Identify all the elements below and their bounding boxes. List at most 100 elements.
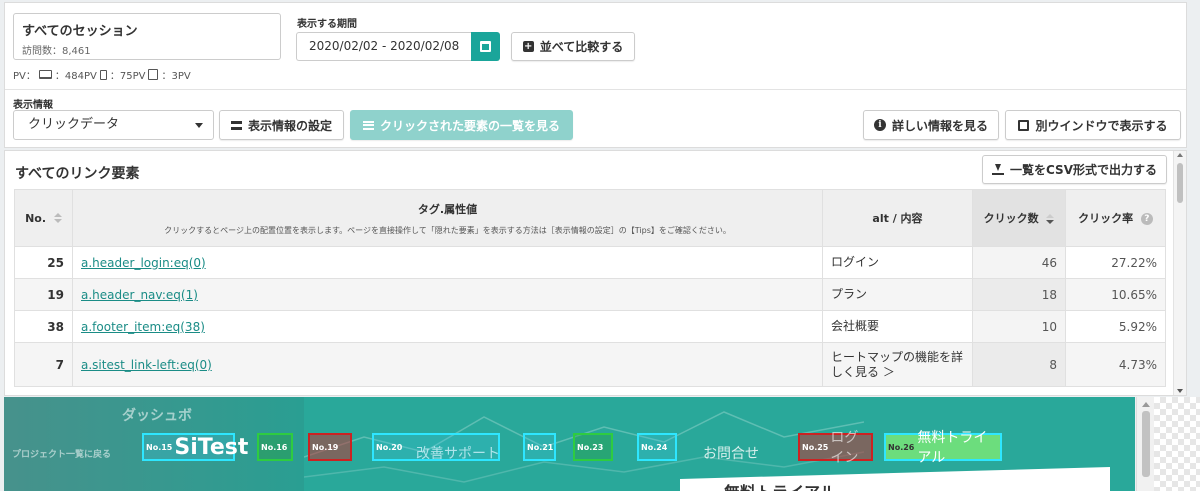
compare-button[interactable]: + 並べて比較する xyxy=(511,32,635,61)
click-marker[interactable]: No.21 xyxy=(523,433,556,461)
list-icon xyxy=(362,120,374,130)
col-header-alt: alt / 内容 xyxy=(822,189,973,247)
detail-info-label: 詳しい情報を見る xyxy=(891,118,988,133)
heatmap-preview[interactable]: ダッシュボ プロジェクト一覧に戻る 改善サポート お問合せ No.15 SiTe… xyxy=(4,397,1135,491)
row-no: 19 xyxy=(14,278,73,311)
csv-export-button[interactable]: 一覧をCSV形式で出力する xyxy=(982,155,1167,184)
preview-nav-trial: 無料トライアル xyxy=(917,430,988,466)
csv-export-label: 一覧をCSV形式で出力する xyxy=(1010,163,1157,177)
pv-label: PV： xyxy=(13,71,36,82)
info-icon: i xyxy=(873,119,886,131)
help-icon[interactable]: ? xyxy=(1140,213,1153,225)
col-header-rate: クリック率 ? xyxy=(1065,189,1166,247)
scroll-up-icon[interactable] xyxy=(1177,153,1183,157)
row-tag: a.footer_item:eq(38) xyxy=(72,310,823,343)
display-type-select[interactable]: クリックデータ xyxy=(13,110,214,140)
click-marker-login[interactable]: No.25 ログイン xyxy=(798,430,873,466)
session-title: すべてのセッション xyxy=(22,24,138,39)
click-marker[interactable]: No.23 xyxy=(573,433,613,461)
click-marker[interactable]: No.20 xyxy=(372,433,500,461)
preview-nav-contact: お問合せ xyxy=(703,446,759,462)
visit-count: 訪問数：8,461 xyxy=(22,46,91,57)
tag-link[interactable]: a.header_login:eq(0) xyxy=(81,256,206,270)
mobile-icon xyxy=(99,69,107,80)
display-settings-button[interactable]: 表示情報の設定 xyxy=(219,110,344,140)
col-rate-label: クリック率 xyxy=(1078,212,1134,225)
period-label: 表示する期間 xyxy=(297,19,357,30)
calendar-button[interactable] xyxy=(471,32,500,61)
marker-no: No.23 xyxy=(577,442,604,452)
layers-icon xyxy=(230,120,242,130)
preview-scroll-thumb[interactable] xyxy=(1142,411,1150,477)
row-rate: 4.73% xyxy=(1065,342,1166,387)
click-marker[interactable]: No.15 SiTest xyxy=(142,433,248,461)
table-row[interactable]: 19 a.header_nav:eq(1) プラン 18 10.65% xyxy=(14,278,1166,311)
tablet-icon xyxy=(148,69,159,80)
table-row[interactable]: 7 a.sitest_link-left:eq(0) ヒートマップの機能を詳しく… xyxy=(14,342,1166,387)
col-no-label: No. xyxy=(25,211,47,225)
col-header-tag: タグ.属性値 クリックするとページ上の配置位置を表示します。ページを直接操作して… xyxy=(72,189,823,247)
table-row[interactable]: 25 a.header_login:eq(0) ログイン 46 27.22% xyxy=(14,246,1166,279)
new-window-button[interactable]: 別ウインドウで表示する xyxy=(1005,110,1181,140)
scroll-down-icon[interactable] xyxy=(1177,389,1183,393)
pv-sp-value: ：75PV xyxy=(109,71,146,82)
row-clicks: 8 xyxy=(972,342,1066,387)
row-tag: a.header_nav:eq(1) xyxy=(72,278,823,311)
scroll-thumb[interactable] xyxy=(1177,163,1183,203)
marker-no: No.20 xyxy=(376,442,403,452)
table-row[interactable]: 38 a.footer_item:eq(38) 会社概要 10 5.92% xyxy=(14,310,1166,343)
table-scrollbar[interactable] xyxy=(1173,151,1186,395)
pv-pc-value: ：484PV xyxy=(54,71,97,82)
table-header-row: No. タグ.属性値 クリックするとページ上の配置位置を表示します。ページを直接… xyxy=(14,189,1166,247)
divider xyxy=(5,89,1186,90)
row-tag: a.header_login:eq(0) xyxy=(72,246,823,279)
marker-no: No.19 xyxy=(312,442,339,452)
row-rate: 10.65% xyxy=(1065,278,1166,311)
detail-info-button[interactable]: i 詳しい情報を見る xyxy=(863,110,999,140)
marker-no: No.26 xyxy=(888,442,915,452)
date-range-input[interactable]: 2020/02/02 - 2020/02/08 xyxy=(296,32,472,61)
preview-scroll-up-icon[interactable] xyxy=(1142,402,1150,407)
click-marker-trial[interactable]: No.26 無料トライアル xyxy=(884,430,1002,466)
display-type-value: クリックデータ xyxy=(28,117,120,132)
pv-tab-value: ：3PV xyxy=(161,71,191,82)
tag-link[interactable]: a.footer_item:eq(38) xyxy=(81,320,205,334)
row-alt: ヒートマップの機能を詳しく見る ＞ xyxy=(822,342,973,387)
col-header-clicks[interactable]: クリック数 xyxy=(972,189,1066,247)
click-marker[interactable]: No.24 xyxy=(637,433,677,461)
pv-breakdown: PV： ：484PV ：75PV ：3PV xyxy=(13,67,191,82)
display-settings-label: 表示情報の設定 xyxy=(247,118,332,133)
tag-link[interactable]: a.sitest_link-left:eq(0) xyxy=(81,358,212,372)
tag-link[interactable]: a.header_nav:eq(1) xyxy=(81,288,198,302)
col-header-no[interactable]: No. xyxy=(14,189,73,247)
session-selector[interactable]: すべてのセッション 訪問数：8,461 xyxy=(13,13,281,60)
display-label: 表示情報 xyxy=(13,100,53,111)
marker-no: No.15 xyxy=(146,442,173,452)
row-tag: a.sitest_link-left:eq(0) xyxy=(72,342,823,387)
new-window-label: 別ウインドウで表示する xyxy=(1035,118,1168,133)
plus-icon: + xyxy=(522,41,534,52)
filter-panel: すべてのセッション 訪問数：8,461 PV： ：484PV ：75PV ：3P… xyxy=(4,2,1187,148)
bg-dashboard-text: ダッシュボ xyxy=(122,408,192,424)
marker-no: No.24 xyxy=(641,442,668,452)
click-marker[interactable]: No.16 xyxy=(257,433,293,461)
clicked-elements-button[interactable]: クリックされた要素の一覧を見る xyxy=(350,110,573,140)
row-no: 25 xyxy=(14,246,73,279)
preview-scrollbar[interactable] xyxy=(1136,397,1154,491)
download-icon xyxy=(992,164,1005,175)
row-rate: 5.92% xyxy=(1065,310,1166,343)
caret-down-icon xyxy=(195,123,203,128)
marker-no: No.16 xyxy=(261,442,288,452)
row-clicks: 10 xyxy=(972,310,1066,343)
clicked-elements-label: クリックされた要素の一覧を見る xyxy=(379,118,560,133)
marker-no: No.25 xyxy=(802,442,829,452)
row-clicks: 46 xyxy=(972,246,1066,279)
row-rate: 27.22% xyxy=(1065,246,1166,279)
elements-table-panel: すべてのリンク要素 一覧をCSV形式で出力する No. タグ.属性値 クリックす… xyxy=(4,150,1187,396)
calendar-icon xyxy=(480,41,491,52)
row-alt: プラン xyxy=(822,278,973,311)
click-marker[interactable]: No.19 xyxy=(308,433,352,461)
elements-table: No. タグ.属性値 クリックするとページ上の配置位置を表示します。ページを直接… xyxy=(14,189,1166,387)
col-tag-label: タグ.属性値 xyxy=(417,202,478,216)
col-clicks-label: クリック数 xyxy=(983,212,1039,225)
